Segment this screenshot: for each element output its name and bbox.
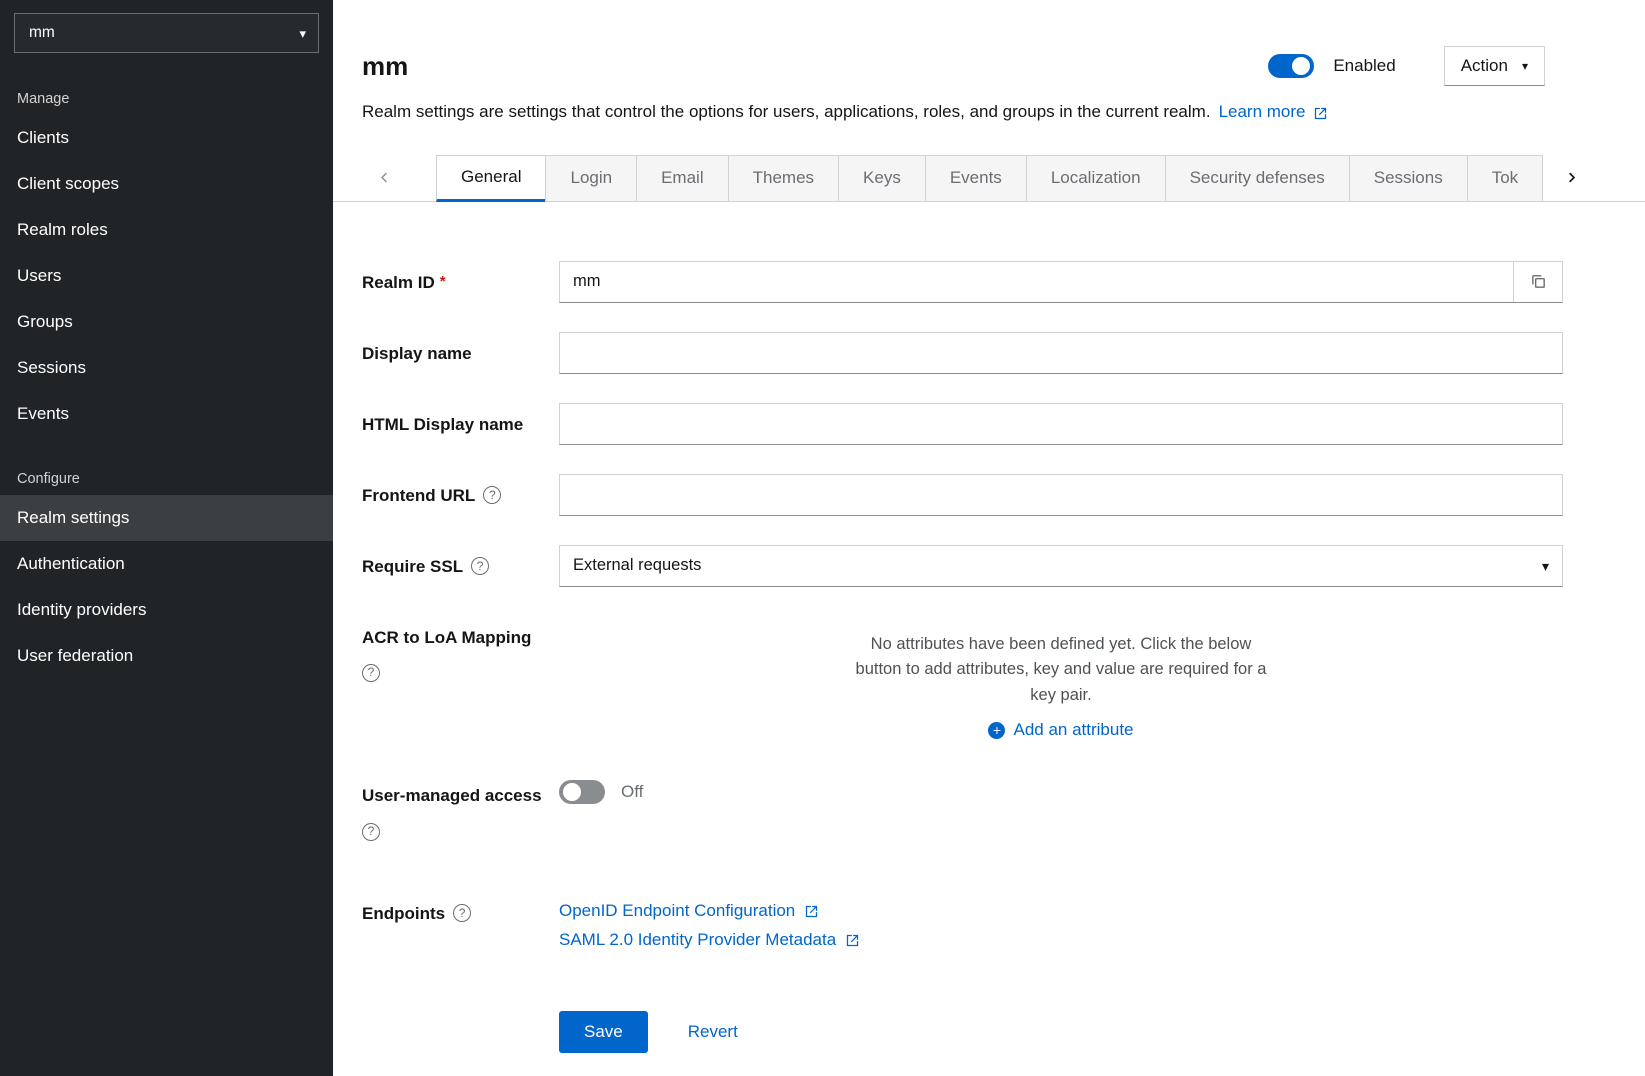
- require-ssl-select[interactable]: External requests ▾: [559, 545, 1563, 587]
- acr-loa-mapping-label: ACR to LoA Mapping ?: [362, 616, 559, 741]
- require-ssl-label: Require SSL?: [362, 545, 559, 587]
- action-dropdown-button[interactable]: Action ▾: [1444, 46, 1545, 86]
- acr-loa-mapping-row: ACR to LoA Mapping ? No attributes have …: [362, 616, 1563, 741]
- realm-id-row: Realm ID*: [362, 261, 1563, 303]
- tab-tokens[interactable]: Tok: [1467, 155, 1543, 202]
- chevron-left-icon: [377, 170, 392, 185]
- user-managed-access-label: User-managed access ?: [362, 774, 559, 844]
- help-icon[interactable]: ?: [362, 823, 380, 841]
- sidebar-item-identity-providers[interactable]: Identity providers: [0, 587, 333, 633]
- tab-list: General Login Email Themes Keys Events L…: [436, 155, 1543, 202]
- sidebar-nav: Manage Clients Client scopes Realm roles…: [0, 53, 333, 679]
- display-name-row: Display name: [362, 332, 1563, 374]
- required-asterisk: *: [440, 273, 446, 290]
- external-link-icon: [804, 904, 819, 919]
- frontend-url-input[interactable]: [559, 474, 1563, 516]
- help-icon[interactable]: ?: [483, 486, 501, 504]
- nav-group-manage: Manage Clients Client scopes Realm roles…: [0, 83, 333, 437]
- tab-general[interactable]: General: [436, 155, 545, 202]
- display-name-label: Display name: [362, 332, 559, 374]
- sidebar-item-realm-settings[interactable]: Realm settings: [0, 495, 333, 541]
- copy-to-clipboard-button[interactable]: [1513, 262, 1562, 302]
- description-text: Realm settings are settings that control…: [362, 102, 1211, 121]
- sidebar: mm ▾ Manage Clients Client scopes Realm …: [0, 0, 333, 1076]
- form-actions: Save Revert: [559, 1011, 1563, 1053]
- caret-down-icon: ▾: [1542, 559, 1549, 573]
- endpoints-label: Endpoints?: [362, 892, 559, 954]
- display-name-input[interactable]: [559, 332, 1563, 374]
- general-settings-form: Realm ID* Display name HTML Display name: [333, 202, 1645, 1053]
- sidebar-item-groups[interactable]: Groups: [0, 299, 333, 345]
- sidebar-item-sessions[interactable]: Sessions: [0, 345, 333, 391]
- nav-section-manage-label: Manage: [0, 83, 333, 115]
- acr-empty-state-text: No attributes have been defined yet. Cli…: [849, 632, 1274, 709]
- html-display-name-row: HTML Display name: [362, 403, 1563, 445]
- tab-sessions[interactable]: Sessions: [1349, 155, 1467, 202]
- user-managed-access-row: User-managed access ? Off: [362, 774, 1563, 844]
- help-icon[interactable]: ?: [471, 557, 489, 575]
- sidebar-item-clients[interactable]: Clients: [0, 115, 333, 161]
- tab-keys[interactable]: Keys: [838, 155, 925, 202]
- main-content: mm Enabled Action ▾ Realm settings are s…: [333, 0, 1645, 1076]
- page-header: mm Enabled Action ▾ Realm settings are s…: [333, 0, 1645, 125]
- html-display-name-label: HTML Display name: [362, 403, 559, 445]
- learn-more-link[interactable]: Learn more: [1219, 100, 1328, 125]
- sidebar-item-client-scopes[interactable]: Client scopes: [0, 161, 333, 207]
- plus-circle-icon: +: [988, 722, 1005, 739]
- tab-themes[interactable]: Themes: [728, 155, 838, 202]
- nav-section-configure-label: Configure: [0, 463, 333, 495]
- chevron-right-icon: [1564, 170, 1579, 185]
- external-link-icon: [1313, 106, 1328, 121]
- tab-email[interactable]: Email: [636, 155, 728, 202]
- acr-empty-state: No attributes have been defined yet. Cli…: [559, 616, 1563, 741]
- openid-endpoint-configuration-link[interactable]: OpenID Endpoint Configuration: [559, 896, 819, 925]
- tabs-scroll-left-button[interactable]: [333, 155, 436, 202]
- revert-button[interactable]: Revert: [688, 1022, 738, 1042]
- sidebar-item-events[interactable]: Events: [0, 391, 333, 437]
- save-button[interactable]: Save: [559, 1011, 648, 1053]
- tab-login[interactable]: Login: [545, 155, 636, 202]
- frontend-url-row: Frontend URL?: [362, 474, 1563, 516]
- frontend-url-label: Frontend URL?: [362, 474, 559, 516]
- realm-selector[interactable]: mm ▾: [14, 13, 319, 53]
- realm-settings-description: Realm settings are settings that control…: [362, 100, 1563, 125]
- tab-events[interactable]: Events: [925, 155, 1026, 202]
- user-managed-access-state: Off: [621, 782, 643, 802]
- action-dropdown-label: Action: [1461, 56, 1508, 76]
- realm-id-input-group: [559, 261, 1563, 303]
- tabbar-filler: [1599, 155, 1645, 202]
- tab-security-defenses[interactable]: Security defenses: [1165, 155, 1349, 202]
- sidebar-item-users[interactable]: Users: [0, 253, 333, 299]
- sidebar-item-authentication[interactable]: Authentication: [0, 541, 333, 587]
- tabs-scroll-right-button[interactable]: [1543, 155, 1599, 202]
- tab-localization[interactable]: Localization: [1026, 155, 1165, 202]
- add-attribute-button[interactable]: + Add an attribute: [988, 720, 1133, 740]
- endpoints-row: Endpoints? OpenID Endpoint Configuration…: [362, 892, 1563, 954]
- require-ssl-selected-value: External requests: [573, 556, 701, 575]
- caret-down-icon: ▾: [1522, 60, 1528, 72]
- html-display-name-input[interactable]: [559, 403, 1563, 445]
- require-ssl-row: Require SSL? External requests ▾: [362, 545, 1563, 587]
- toggle-knob: [1292, 57, 1310, 75]
- user-managed-access-toggle[interactable]: [559, 780, 605, 804]
- saml-identity-provider-metadata-link[interactable]: SAML 2.0 Identity Provider Metadata: [559, 925, 860, 954]
- realm-settings-tabs: General Login Email Themes Keys Events L…: [333, 155, 1645, 202]
- caret-down-icon: ▾: [299, 27, 306, 40]
- add-attribute-label: Add an attribute: [1013, 720, 1133, 740]
- sidebar-item-realm-roles[interactable]: Realm roles: [0, 207, 333, 253]
- realm-selector-value: mm: [29, 24, 55, 42]
- copy-icon: [1530, 273, 1547, 290]
- realm-id-input[interactable]: [560, 262, 1513, 302]
- help-icon[interactable]: ?: [362, 664, 380, 682]
- nav-group-configure: Configure Realm settings Authentication …: [0, 463, 333, 679]
- toggle-knob: [563, 783, 581, 801]
- sidebar-item-user-federation[interactable]: User federation: [0, 633, 333, 679]
- realm-id-label: Realm ID*: [362, 261, 559, 303]
- page-title: mm: [362, 51, 408, 82]
- external-link-icon: [845, 933, 860, 948]
- help-icon[interactable]: ?: [453, 904, 471, 922]
- enabled-label: Enabled: [1333, 56, 1395, 76]
- realm-enabled-toggle[interactable]: [1268, 54, 1314, 78]
